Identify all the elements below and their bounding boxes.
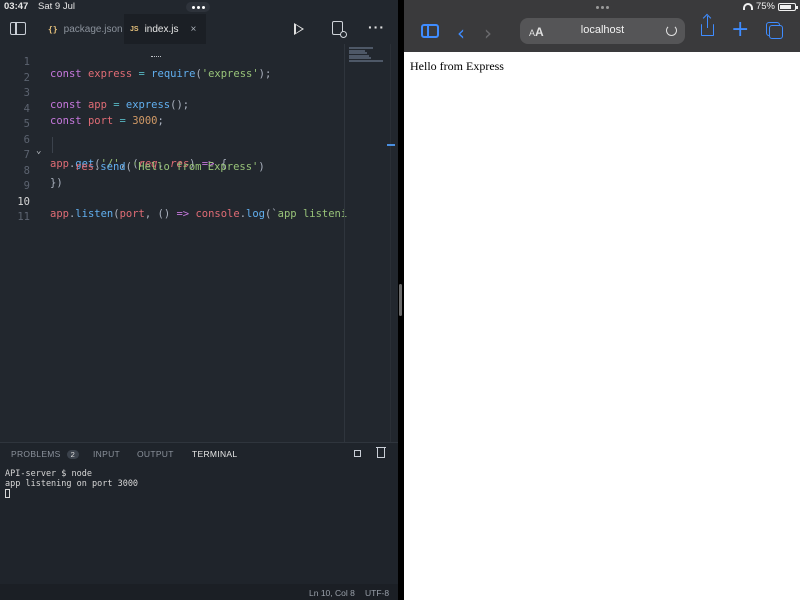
terminal-line: app listening on port 3000 bbox=[5, 479, 139, 489]
more-options-icon[interactable]: ··· bbox=[368, 19, 385, 35]
line-number: 11 bbox=[17, 211, 30, 223]
editor-status-bar: Ln 10, Col 8 UTF-8 bbox=[0, 584, 398, 600]
tab-terminal[interactable]: TERMINAL bbox=[192, 449, 237, 459]
code-line: 4 const port = 3000; bbox=[0, 91, 344, 127]
page-body-text: Hello from Express bbox=[410, 59, 504, 73]
safari-pane: 75% ‹ › AA localhost + Hello from Expres… bbox=[404, 0, 800, 600]
code-line: 8 }) bbox=[0, 153, 344, 189]
cursor-position[interactable]: Ln 10, Col 8 bbox=[309, 588, 355, 598]
run-icon[interactable] bbox=[294, 23, 304, 35]
code-line: 7 res.send('Hello from Express') bbox=[0, 137, 344, 173]
new-tab-plus-icon[interactable]: + bbox=[731, 17, 749, 42]
url-text[interactable]: localhost bbox=[520, 24, 685, 36]
json-file-icon: {} bbox=[48, 24, 58, 34]
code-area[interactable]: 1 const express = require('express'); 2 … bbox=[0, 44, 347, 442]
code-line-current: 10 app.listen(port, () => console.log(`a… bbox=[0, 184, 347, 220]
reload-icon[interactable] bbox=[666, 25, 677, 36]
back-chevron-icon[interactable]: ‹ bbox=[457, 21, 465, 45]
panel-tabs: PROBLEMS 2 INPUT OUTPUT TERMINAL bbox=[0, 443, 398, 463]
sidebar-icon[interactable] bbox=[421, 24, 439, 38]
minimap[interactable] bbox=[344, 44, 387, 442]
address-bar[interactable]: AA localhost bbox=[520, 18, 685, 44]
code-line: 11 bbox=[0, 199, 344, 223]
tab-index-js[interactable]: JS index.js × bbox=[124, 14, 206, 44]
js-file-icon: JS bbox=[130, 25, 139, 33]
forward-chevron-icon: › bbox=[484, 21, 492, 45]
share-icon[interactable] bbox=[701, 16, 714, 36]
multitasking-dots-icon[interactable] bbox=[186, 2, 210, 12]
tab-label: package.json bbox=[63, 23, 123, 35]
date: Sat 9 Jul bbox=[38, 1, 75, 12]
editor-tab-bar: {} package.json JS index.js × ··· bbox=[0, 14, 398, 44]
file-encoding[interactable]: UTF-8 bbox=[365, 588, 389, 598]
battery-percent: 75% bbox=[755, 1, 775, 12]
ios-status-bar: 03:47 Sat 9 Jul bbox=[0, 0, 398, 14]
tab-overview-icon[interactable] bbox=[766, 22, 783, 39]
tab-label: index.js bbox=[144, 23, 179, 35]
safari-toolbar: 75% ‹ › AA localhost + bbox=[404, 0, 800, 52]
web-page-content: Hello from Express bbox=[404, 52, 800, 600]
trash-icon[interactable] bbox=[376, 447, 386, 458]
terminal-cursor bbox=[5, 489, 10, 498]
tab-problems[interactable]: PROBLEMS 2 bbox=[11, 449, 80, 459]
sidebar-toggle-icon[interactable] bbox=[10, 22, 26, 35]
code-line: 2 bbox=[0, 60, 344, 84]
code-line: 5 bbox=[0, 106, 344, 130]
multitasking-dots-icon[interactable] bbox=[590, 2, 614, 12]
bottom-panel: PROBLEMS 2 INPUT OUTPUT TERMINAL API-serv… bbox=[0, 442, 398, 584]
tab-package-json[interactable]: {} package.json bbox=[40, 14, 124, 44]
battery-icon bbox=[778, 2, 798, 11]
code-line: 1 const express = require('express'); bbox=[0, 44, 344, 80]
clock: 03:47 bbox=[4, 1, 29, 12]
hint-underline bbox=[151, 56, 161, 57]
split-view-handle[interactable] bbox=[399, 284, 402, 316]
problems-count-badge: 2 bbox=[66, 450, 80, 459]
vertical-scrollbar[interactable] bbox=[390, 44, 391, 442]
code-editor-pane: 03:47 Sat 9 Jul {} package.json JS index… bbox=[0, 0, 398, 600]
code-line: 3 const app = express(); bbox=[0, 75, 344, 111]
close-icon[interactable]: × bbox=[190, 24, 196, 35]
maximize-panel-icon[interactable] bbox=[354, 450, 361, 457]
terminal-line: API-server $ node bbox=[5, 469, 92, 479]
wifi-icon bbox=[742, 3, 753, 10]
tab-input[interactable]: INPUT bbox=[93, 449, 120, 459]
code-line: 6 ⌄ app.get('/', (req, res) => { bbox=[0, 122, 344, 170]
search-in-file-icon[interactable] bbox=[332, 21, 347, 38]
scroll-position-marker bbox=[387, 144, 395, 146]
code-line: 9 bbox=[0, 168, 344, 192]
terminal-output[interactable]: API-server $ node app listening on port 3… bbox=[5, 469, 138, 499]
tab-output[interactable]: OUTPUT bbox=[137, 449, 174, 459]
system-status-icons: 75% bbox=[742, 1, 798, 12]
